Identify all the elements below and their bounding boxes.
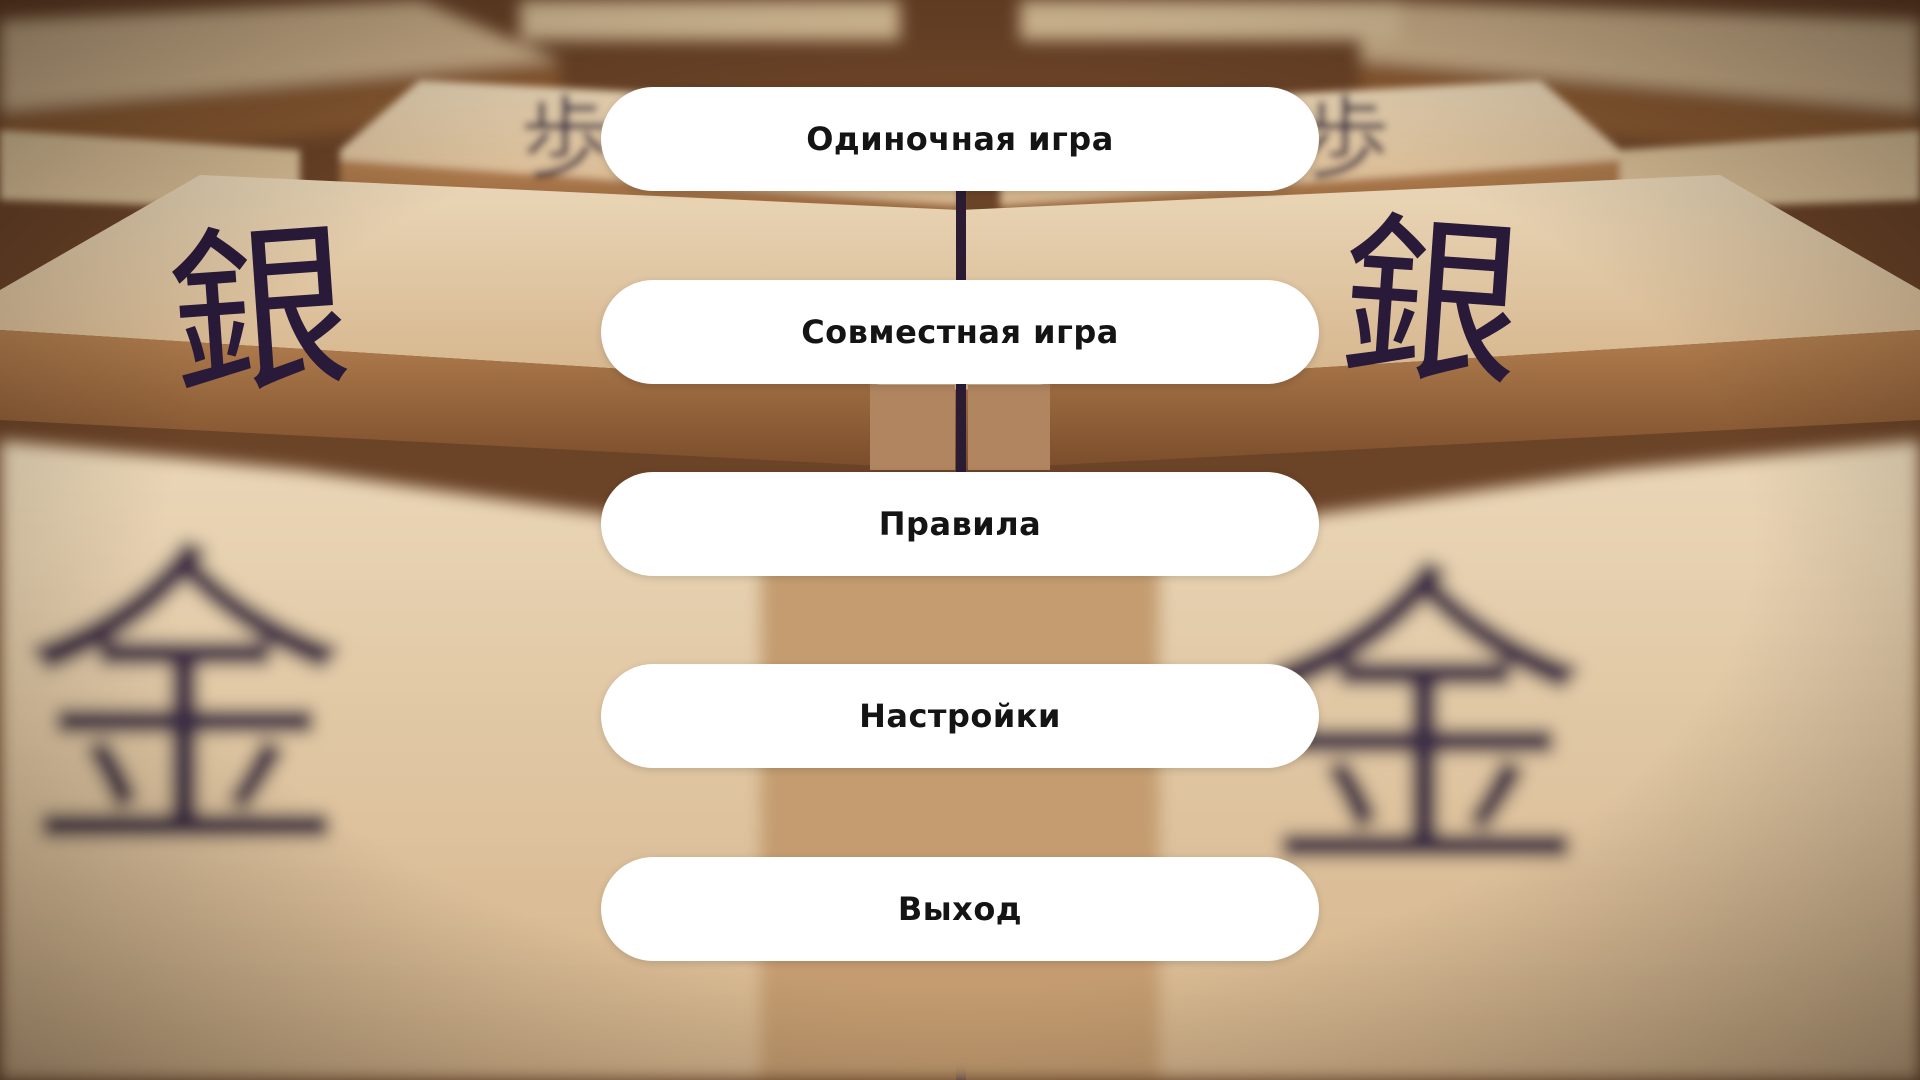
main-menu-screen: 歩 歩 銀 銀 金 金 Одиночная игра Совместная иг…	[0, 0, 1920, 1080]
single-player-button[interactable]: Одиночная игра	[601, 87, 1319, 191]
multiplayer-button[interactable]: Совместная игра	[601, 280, 1319, 384]
exit-button[interactable]: Выход	[601, 857, 1319, 961]
settings-button[interactable]: Настройки	[601, 664, 1319, 768]
main-menu: Одиночная игра Совместная игра Правила Н…	[601, 87, 1319, 961]
rules-button[interactable]: Правила	[601, 472, 1319, 576]
